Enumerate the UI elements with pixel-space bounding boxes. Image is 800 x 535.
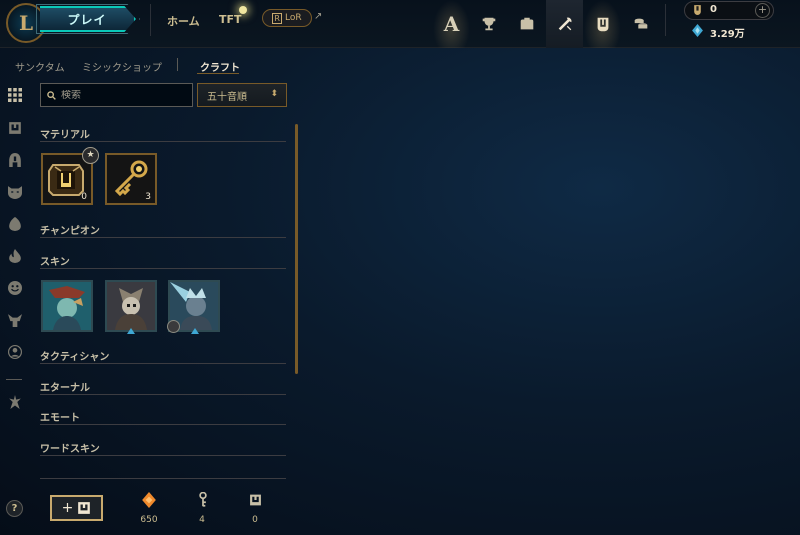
blue-essence-amount: 3.29万 [710, 29, 745, 40]
scrollbar-thumb[interactable] [295, 124, 298, 374]
item-count: 0 [81, 192, 87, 202]
smiley-icon [8, 281, 22, 295]
crest-icon [9, 395, 21, 409]
filter-icons-button[interactable] [5, 342, 25, 362]
category-champion-title[interactable]: チャンピオン [40, 222, 100, 237]
lor-logo-icon: R [272, 12, 282, 24]
filter-skins-button[interactable] [5, 182, 25, 202]
key-fragments-amount: 4 [199, 515, 205, 525]
filter-wards-button[interactable] [5, 310, 25, 330]
chest-icon [9, 122, 21, 134]
tab-coins[interactable] [622, 0, 659, 48]
blue-essence-marker-icon [127, 328, 135, 334]
skin-shard-2[interactable] [105, 280, 157, 332]
category-material-title[interactable]: マテリアル [40, 126, 90, 141]
coin-stack-icon [634, 18, 647, 29]
orange-essence-icon [142, 492, 156, 508]
category-divider [40, 237, 286, 238]
filter-other-button[interactable] [5, 392, 25, 412]
filter-eternals-button[interactable] [5, 246, 25, 266]
nav-divider [665, 4, 666, 36]
play-button[interactable]: プレイ [40, 6, 136, 32]
help-button[interactable]: ? [6, 500, 23, 517]
subnav-sanctum[interactable]: サンクタム [15, 59, 65, 74]
nav-home[interactable]: ホーム [167, 13, 200, 29]
backpack-icon [520, 17, 533, 30]
filter-all-button[interactable] [5, 85, 25, 105]
subnav-mythic-shop[interactable]: ミシックショップ [82, 59, 162, 74]
tab-collection[interactable] [470, 0, 507, 48]
sort-dropdown[interactable]: 五十音順 ⬍ [197, 83, 287, 107]
category-emote-title[interactable]: エモート [40, 409, 80, 424]
blue-essence-marker-icon [191, 328, 199, 334]
nav-divider [150, 4, 151, 36]
material-hextech-key[interactable]: 3 [105, 153, 157, 205]
chest-count-icon [248, 492, 262, 508]
tab-store[interactable] [508, 0, 545, 48]
category-tactician-title[interactable]: タクティシャン [40, 348, 109, 363]
key-fragment-icon [196, 492, 210, 508]
search-input[interactable] [61, 89, 181, 101]
rarity-badge-icon [167, 320, 180, 333]
ward-icon [8, 314, 22, 327]
filter-champions-button[interactable] [5, 150, 25, 170]
buy-rp-button[interactable]: + [755, 3, 770, 18]
sort-selected-label: 五十音順 [207, 91, 247, 103]
category-divider [40, 394, 286, 395]
letter-a-icon: A [443, 12, 460, 36]
mask-icon [8, 186, 22, 199]
search-field[interactable] [40, 83, 193, 107]
category-divider [40, 268, 286, 269]
filter-emotes-button[interactable] [5, 278, 25, 298]
open-chest-button[interactable]: + [50, 495, 103, 521]
crafting-tools-icon [558, 17, 571, 31]
notification-dot [239, 6, 247, 14]
subnav-craft[interactable]: クラフト [200, 59, 240, 74]
category-skin-title[interactable]: スキン [40, 253, 70, 268]
category-divider [40, 455, 286, 456]
rail-divider [6, 379, 22, 380]
filter-tactician-button[interactable] [5, 214, 25, 234]
star-badge-icon: ★ [82, 147, 99, 164]
skin-portrait-image [107, 282, 155, 330]
egg-icon [9, 217, 21, 231]
search-icon [47, 90, 56, 100]
blue-essence-icon [692, 24, 703, 37]
category-divider [40, 363, 286, 364]
active-tab-underline [197, 73, 239, 74]
chest-icon [78, 502, 91, 514]
grid-icon [8, 88, 22, 102]
lor-label: LoR [284, 13, 302, 23]
plus-label: + [61, 500, 74, 516]
item-count: 3 [145, 192, 151, 202]
top-bar: L プレイ ホーム TFT R LoR ↗ A 0 + 3.29万 [0, 0, 800, 48]
skin-shard-1[interactable] [41, 280, 93, 332]
tab-loot[interactable] [546, 0, 583, 48]
category-eternal-title[interactable]: エターナル [40, 379, 90, 394]
skin-portrait-image [43, 282, 91, 330]
orange-essence-amount: 650 [140, 515, 158, 525]
category-divider [40, 141, 286, 142]
chests-amount: 0 [252, 515, 258, 525]
external-link-icon: ↗ [314, 11, 323, 22]
riot-points-icon [694, 5, 701, 15]
nav-tft[interactable]: TFT [219, 13, 242, 26]
chest-icon [597, 17, 608, 32]
subnav-divider [177, 58, 178, 71]
category-divider [40, 424, 286, 425]
flame-icon [9, 249, 21, 263]
helmet-icon [9, 153, 21, 167]
tab-missions[interactable] [584, 0, 621, 48]
nav-lor[interactable]: R LoR [262, 9, 312, 27]
footer-divider [40, 478, 286, 479]
filter-chests-button[interactable] [5, 118, 25, 138]
chevron-updown-icon: ⬍ [270, 89, 278, 99]
profile-icon [8, 345, 22, 359]
category-ward-title[interactable]: ワードスキン [40, 440, 100, 455]
tab-profile[interactable]: A [433, 0, 470, 48]
rp-amount: 0 [710, 4, 717, 15]
trophy-icon [482, 17, 495, 31]
